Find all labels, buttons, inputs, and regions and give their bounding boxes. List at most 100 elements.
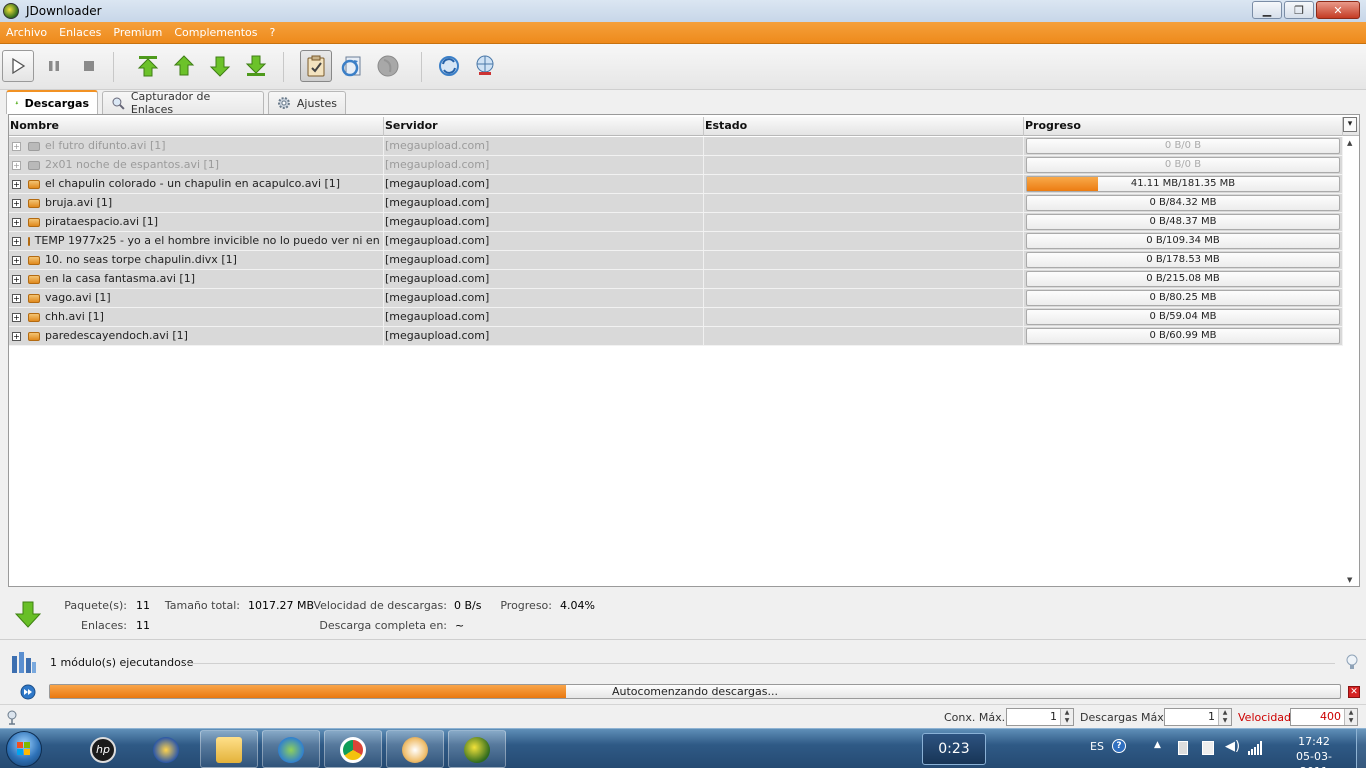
menu-help[interactable]: ? — [264, 26, 282, 39]
taskbar-clock[interactable]: 17:42 05-03-2011 — [1284, 734, 1344, 768]
close-button[interactable]: ✕ — [1316, 1, 1360, 19]
progress-label: Progreso: — [500, 599, 552, 612]
package-icon — [28, 141, 40, 151]
package-icon — [28, 274, 40, 284]
menu-enlaces[interactable]: Enlaces — [53, 26, 107, 39]
fast-forward-icon[interactable] — [20, 684, 36, 700]
taskbar-explorer[interactable] — [200, 730, 258, 768]
paint-palette-icon — [402, 737, 428, 763]
scroll-up-arrow-icon[interactable]: ▲ — [1347, 139, 1352, 147]
toolbar-separator — [113, 52, 114, 82]
menu-archivo[interactable]: Archivo — [0, 26, 53, 39]
show-hidden-icons-icon[interactable]: ▲ — [1154, 740, 1161, 750]
taskbar-timer[interactable]: 0:23 — [922, 733, 986, 765]
row-progress-text: 0 B/60.99 MB — [1149, 330, 1217, 341]
table-row[interactable]: + en la casa fantasma.avi [1] [megaupload.… — [9, 270, 1343, 289]
expand-icon[interactable]: + — [12, 217, 21, 227]
help-icon[interactable]: ? — [1112, 739, 1126, 753]
show-desktop-button[interactable] — [1356, 729, 1366, 768]
title-bar: JDownloader ▁ ❐ ✕ — [0, 0, 1366, 22]
row-progress-bar: 0 B/60.99 MB — [1026, 328, 1340, 344]
spinner-arrows-icon[interactable]: ▲ ▼ — [1218, 709, 1231, 725]
spinner-arrows-icon[interactable]: ▲ ▼ — [1060, 709, 1073, 725]
speed-limit-button[interactable] — [469, 50, 501, 82]
spinner-arrows-icon[interactable]: ▲ ▼ — [1344, 709, 1357, 725]
volume-icon[interactable]: ◀) — [1225, 739, 1240, 754]
expand-icon[interactable]: + — [12, 198, 21, 208]
expand-icon[interactable]: + — [12, 331, 21, 341]
max-downloads-spinner[interactable]: 1 ▲ ▼ — [1164, 708, 1232, 726]
taskbar-pinned-app[interactable] — [137, 730, 195, 768]
lightbulb-icon[interactable] — [1346, 654, 1358, 670]
expand-icon[interactable]: + — [12, 236, 21, 246]
stop-button[interactable] — [73, 50, 105, 82]
expand-icon[interactable]: + — [12, 274, 21, 284]
package-name: el futro difunto.avi [1] — [45, 139, 166, 152]
taskbar-paint[interactable] — [386, 730, 444, 768]
row-progress-bar: 0 B/84.32 MB — [1026, 195, 1340, 211]
scroll-down-arrow-icon[interactable]: ▼ — [1347, 576, 1352, 584]
premium-toggle-button[interactable] — [372, 50, 404, 82]
speed-limit-spinner[interactable]: 400 ▲ ▼ — [1290, 708, 1358, 726]
reconnect-status-icon[interactable] — [6, 709, 20, 725]
start-button[interactable] — [6, 731, 42, 767]
language-indicator[interactable]: ES — [1090, 740, 1104, 753]
server-cell: [megaupload.com] — [384, 137, 704, 155]
expand-icon[interactable]: + — [12, 179, 21, 189]
signal-strength-icon[interactable] — [1248, 741, 1264, 755]
table-row[interactable]: + TEMP 1977x25 - yo a el hombre invicible… — [9, 232, 1343, 251]
clipboard-monitor-button[interactable] — [300, 50, 332, 82]
column-header-progreso[interactable]: Progreso — [1024, 117, 1343, 136]
row-progress-text: 0 B/80.25 MB — [1149, 292, 1217, 303]
taskbar-chrome[interactable] — [324, 730, 382, 768]
action-center-icon[interactable] — [1202, 741, 1214, 755]
window-controls: ▁ ❐ ✕ — [1252, 1, 1360, 19]
package-icon — [28, 160, 40, 170]
column-header-nombre[interactable]: Nombre — [9, 117, 384, 136]
maximize-button[interactable]: ❐ — [1284, 1, 1314, 19]
cancel-autostart-icon[interactable]: ✕ — [1348, 686, 1360, 698]
move-top-button[interactable] — [132, 50, 164, 82]
table-row[interactable]: + el futro difunto.avi [1] [megaupload.com… — [9, 137, 1343, 156]
max-connections-spinner[interactable]: 1 ▲ ▼ — [1006, 708, 1074, 726]
reconnect-button[interactable] — [336, 50, 368, 82]
column-header-estado[interactable]: Estado — [704, 117, 1024, 136]
table-row[interactable]: + paredescayendoch.avi [1] [megaupload.com… — [9, 327, 1343, 346]
expand-icon[interactable]: + — [12, 141, 21, 151]
taskbar-hp-app[interactable]: hp — [74, 730, 132, 768]
tab-capturador[interactable]: Capturador de Enlaces — [102, 90, 264, 116]
expand-icon[interactable]: + — [12, 160, 21, 170]
column-config-icon[interactable]: ▾ — [1343, 117, 1357, 132]
table-row[interactable]: +2x01 noche de espantos.avi [1] [megauplo… — [9, 156, 1343, 175]
menu-complementos[interactable]: Complementos — [168, 26, 263, 39]
table-row[interactable]: +10. no seas torpe chapulin.divx [1] [meg… — [9, 251, 1343, 270]
move-down-button[interactable] — [204, 50, 236, 82]
table-row[interactable]: + vago.avi [1] [megaupload.com] 0 B/80.25 M… — [9, 289, 1343, 308]
name-cell: + TEMP 1977x25 - yo a el hombre invicible… — [9, 232, 384, 250]
minimize-button[interactable]: ▁ — [1252, 1, 1282, 19]
expand-icon[interactable]: + — [12, 255, 21, 265]
network-device-icon[interactable] — [1178, 741, 1188, 755]
toolbar-separator — [421, 52, 422, 82]
tab-ajustes[interactable]: Ajustes — [268, 91, 346, 114]
start-button[interactable] — [2, 50, 34, 82]
column-header-servidor[interactable]: Servidor — [384, 117, 704, 136]
table-row[interactable]: + pirataespacio.avi [1] [megaupload.com] 0 … — [9, 213, 1343, 232]
taskbar-jdownloader[interactable] — [448, 730, 506, 768]
table-row[interactable]: + bruja.avi [1] [megaupload.com] 0 B/84.32 … — [9, 194, 1343, 213]
table-row[interactable]: + chh.avi [1] [megaupload.com] 0 B/59.04 MB — [9, 308, 1343, 327]
update-button[interactable] — [433, 50, 465, 82]
progress-cell: 0 B/60.99 MB — [1024, 327, 1343, 345]
menu-premium[interactable]: Premium — [107, 26, 168, 39]
pause-button[interactable] — [38, 50, 70, 82]
total-size-label: Tamaño total: — [164, 599, 240, 612]
server-cell: [megaupload.com] — [384, 213, 704, 231]
taskbar-messenger[interactable] — [262, 730, 320, 768]
vertical-scrollbar[interactable]: ▲ ▼ — [1343, 137, 1359, 586]
move-up-button[interactable] — [168, 50, 200, 82]
expand-icon[interactable]: + — [12, 293, 21, 303]
tab-descargas[interactable]: Descargas — [6, 90, 98, 114]
move-bottom-button[interactable] — [240, 50, 272, 82]
expand-icon[interactable]: + — [12, 312, 21, 322]
table-row[interactable]: + el chapulin colorado - un chapulin en a… — [9, 175, 1343, 194]
